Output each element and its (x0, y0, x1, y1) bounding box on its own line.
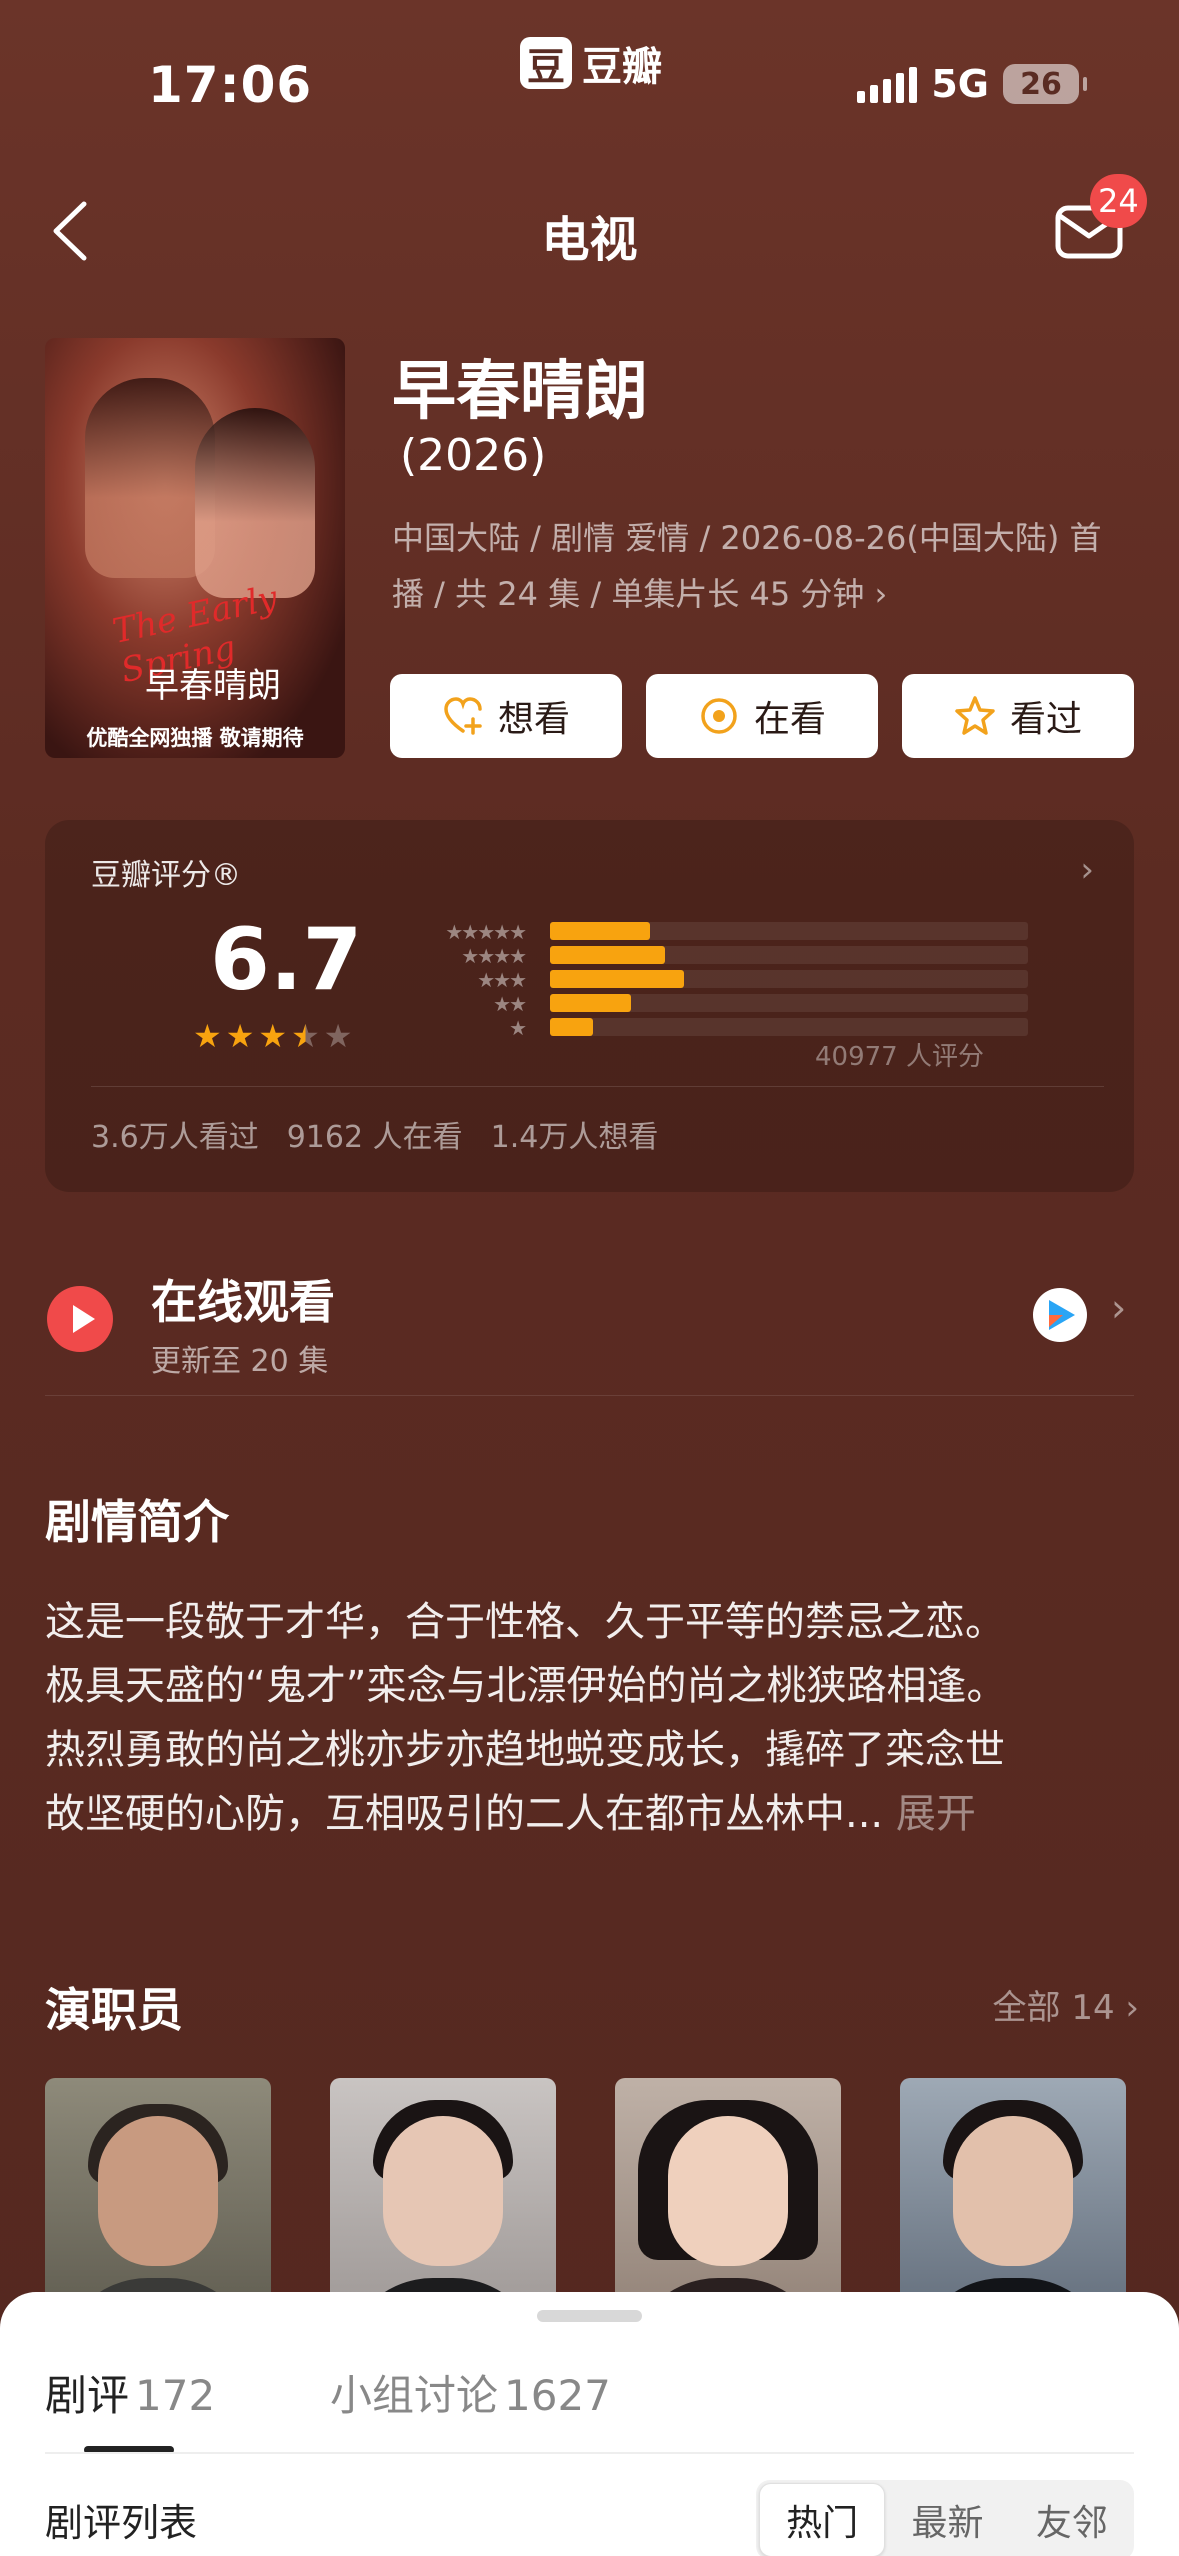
rating-star-icon: ★ (258, 1017, 288, 1055)
expand-synopsis-link[interactable]: 展开 (883, 1791, 976, 1837)
tab-group-label: 小组讨论 (330, 2371, 499, 2420)
watching-button[interactable]: 在看 (646, 674, 878, 758)
distribution-bar (550, 994, 632, 1012)
online-watch-title: 在线观看 (151, 1275, 335, 1329)
distribution-bar (550, 1018, 594, 1036)
rating-stars: ★ ★ ★ ★ ★ (193, 1020, 352, 1052)
synopsis-text: 这是一段敬于才华，合于性格、久于平等的禁忌之恋。 极具天盛的“鬼才”栾念与北漂伊… (45, 1590, 1145, 1846)
distribution-row-4-star: ★★★★ (385, 944, 1028, 968)
youku-app-icon (1033, 1288, 1087, 1342)
distribution-star-label: ★★★★ (461, 944, 527, 968)
rating-star-icon: ★ (323, 1017, 353, 1055)
distribution-track (550, 970, 1028, 988)
distribution-bar (550, 970, 684, 988)
distribution-track (550, 994, 1028, 1012)
rating-star-icon: ★ (225, 1017, 255, 1055)
distribution-row-2-star: ★★ (385, 992, 1028, 1016)
rating-stats: 3.6万人看过 9162 人在看 1.4万人想看 (91, 1112, 658, 1156)
poster-figure-woman (195, 408, 315, 598)
tab-group-discussion[interactable]: 小组讨论 1627 (330, 2362, 611, 2423)
distribution-star-label: ★ (509, 1016, 527, 1040)
divider (91, 1086, 1104, 1087)
heart-plus-icon (444, 697, 482, 735)
rating-label: 豆瓣评分® (91, 858, 241, 893)
distribution-row-5-star: ★★★★★ (385, 920, 1028, 944)
battery-icon: 26 (1003, 64, 1087, 104)
stat-want: 1.4万人想看 (490, 1120, 659, 1155)
sort-toggle: 热门 最新 友邻 (756, 2480, 1134, 2556)
mail-badge: 24 (1090, 174, 1147, 228)
review-list-label: 剧评列表 (45, 2501, 198, 2545)
status-time: 17:06 (148, 56, 313, 114)
target-icon (701, 698, 737, 734)
page: 17:06 豆 豆瓣 5G 26 电视 24 The Early Spring … (0, 0, 1179, 2556)
rating-score: 6.7 (210, 910, 363, 1010)
show-year: (2026) (400, 430, 547, 481)
distribution-star-label: ★★★★★ (445, 920, 527, 944)
rating-star-icon: ★ (193, 1017, 222, 1055)
watched-button[interactable]: 看过 (902, 674, 1134, 758)
synopsis-line: 故坚硬的心防，互相吸引的二人在都市丛林中... (45, 1791, 884, 1837)
stat-watching: 9162 人在看 (286, 1120, 463, 1155)
sheet-drag-handle[interactable] (537, 2310, 642, 2322)
rating-card[interactable]: 豆瓣评分® › 6.7 ★ ★ ★ ★ ★ ★★★★★ ★★★★ ★★★ ★★ ★ 40977 … (45, 820, 1134, 1192)
distribution-track (550, 1018, 1028, 1036)
watching-label: 在看 (753, 699, 826, 740)
status-indicators: 5G 26 (857, 62, 1087, 106)
status-app-logo: 豆 豆瓣 (520, 34, 662, 92)
play-icon (47, 1286, 113, 1352)
chevron-right-icon: › (1111, 1286, 1127, 1330)
tab-reviews-label: 剧评 (45, 2371, 130, 2420)
poster-cn-title: 早春晴朗 (145, 666, 281, 706)
distribution-bar (550, 922, 651, 940)
synopsis-line: 这是一段敬于才华，合于性格、久于平等的禁忌之恋。 (45, 1599, 1005, 1645)
distribution-track (550, 946, 1028, 964)
want-to-watch-label: 想看 (497, 699, 570, 740)
show-poster[interactable]: The Early Spring 早春晴朗 优酷全网独播 敬请期待 (45, 338, 345, 758)
show-title: 早春晴朗 (392, 355, 648, 429)
rating-count: 40977 人评分 (815, 1042, 984, 1072)
page-title: 电视 (541, 212, 638, 268)
distribution-track (550, 922, 1028, 940)
distribution-bar (550, 946, 665, 964)
show-meta[interactable]: 中国大陆 / 剧情 爱情 / 2026-08-26(中国大陆) 首播 / 共 2… (392, 510, 1132, 622)
distribution-row-1-star: ★ (385, 1016, 1028, 1040)
synopsis-line: 热烈勇敢的尚之桃亦步亦趋地蜕变成长，撬碎了栾念世 (45, 1727, 1005, 1773)
cast-title: 演职员 (45, 1983, 183, 2037)
network-type: 5G (931, 62, 989, 106)
tab-reviews-count: 172 (135, 2371, 216, 2420)
tab-reviews[interactable]: 剧评 172 (45, 2362, 215, 2423)
synopsis-title: 剧情简介 (45, 1495, 229, 1549)
want-to-watch-button[interactable]: 想看 (390, 674, 622, 758)
sort-friends-button[interactable]: 友邻 (1010, 2483, 1134, 2556)
reviews-sheet[interactable]: 剧评 172 小组讨论 1627 剧评列表 热门 最新 友邻 (0, 2292, 1179, 2556)
distribution-row-3-star: ★★★ (385, 968, 1028, 992)
sort-hot-button[interactable]: 热门 (759, 2483, 886, 2556)
chevron-right-icon: › (1080, 850, 1094, 890)
divider (45, 2452, 1134, 2454)
online-watch-subtitle: 更新至 20 集 (151, 1344, 329, 1379)
stat-watched: 3.6万人看过 (91, 1120, 259, 1155)
poster-tagline: 优酷全网独播 敬请期待 (86, 726, 304, 750)
douban-logo-icon: 豆 (520, 37, 572, 89)
watched-label: 看过 (1009, 699, 1082, 740)
online-watch-row[interactable]: 在线观看 更新至 20 集 › (45, 1256, 1134, 1396)
sort-latest-button[interactable]: 最新 (885, 2483, 1009, 2556)
status-app-name: 豆瓣 (582, 44, 662, 90)
signal-icon (857, 65, 918, 103)
distribution-star-label: ★★★ (477, 968, 527, 992)
rating-star-icon: ★ (291, 1017, 320, 1055)
cast-all-link[interactable]: 全部 14 › (993, 1980, 1139, 2029)
tab-group-count: 1627 (504, 2371, 611, 2420)
star-icon (955, 696, 995, 735)
distribution-star-label: ★★ (493, 992, 527, 1016)
synopsis-line: 极具天盛的“鬼才”栾念与北漂伊始的尚之桃狭路相逢。 (45, 1663, 1007, 1709)
